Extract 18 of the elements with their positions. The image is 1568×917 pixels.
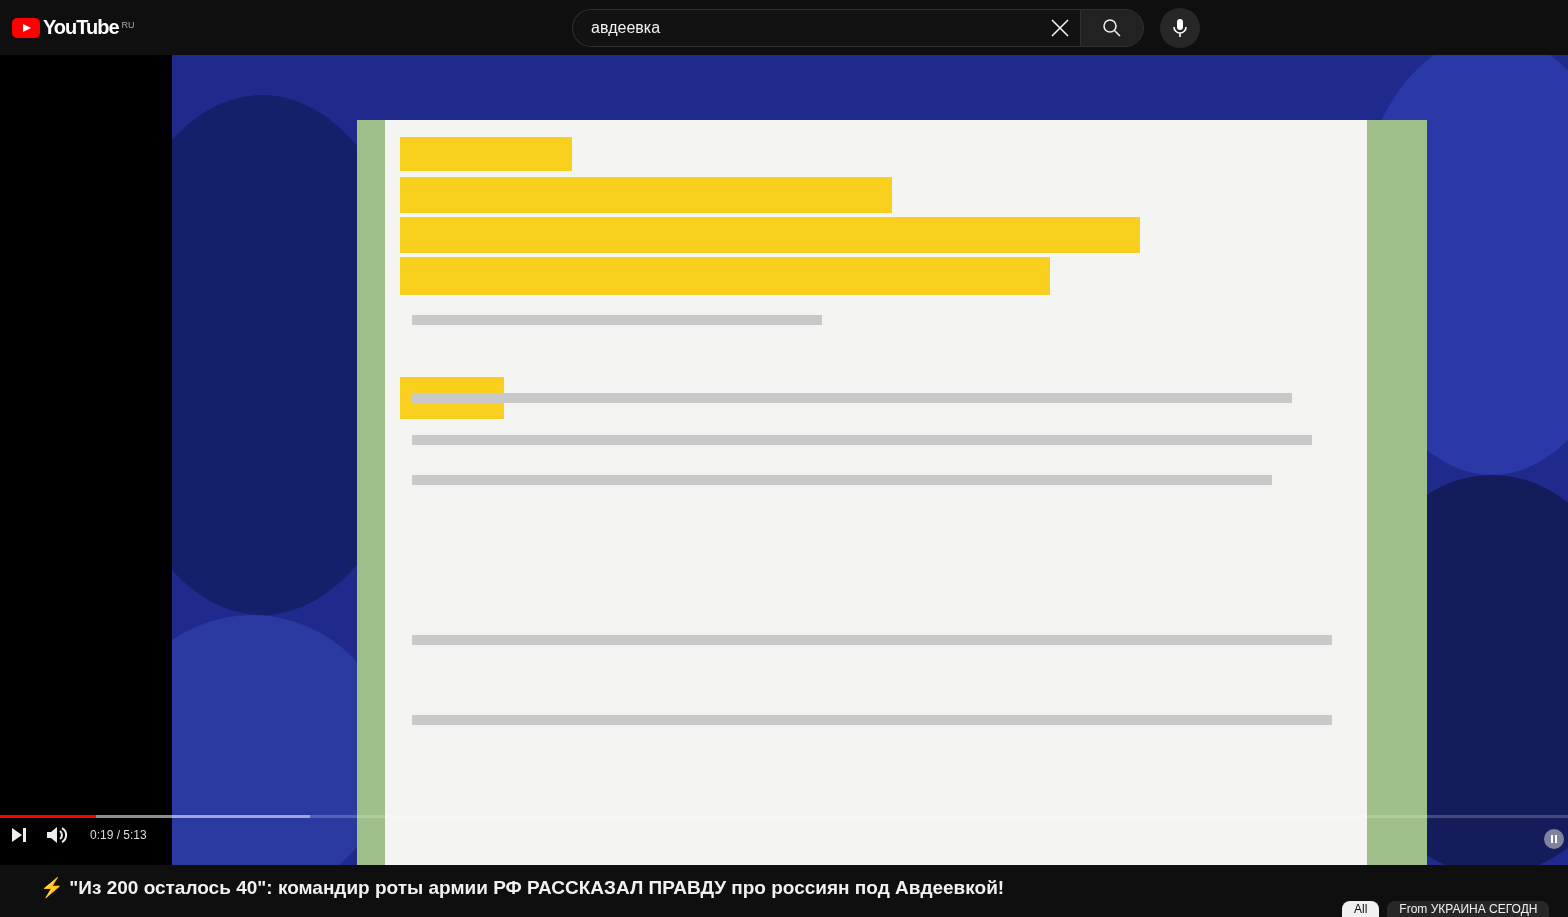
video-title: ⚡ "Из 200 осталось 40": командир роты армии РФ РАССКАЗАЛ ПРАВДУ про россиян под Авдеевкой! (40, 877, 1006, 899)
pause-icon[interactable] (1544, 829, 1564, 849)
search-button[interactable] (1080, 8, 1144, 47)
logo-text[interactable]: YouTube (43, 16, 119, 39)
microphone-icon[interactable] (1173, 17, 1187, 38)
filter-chip[interactable]: All (1342, 901, 1380, 917)
play-logo-icon[interactable] (12, 17, 40, 38)
filter-chip[interactable]: From УКРАИНА СЕГОДН (1387, 901, 1550, 917)
volume-button[interactable] (46, 825, 68, 845)
next-button[interactable] (10, 826, 28, 844)
search-icon[interactable] (1102, 17, 1122, 38)
time-display: 0:19 / 5:13 (90, 828, 147, 842)
clear-button[interactable] (1050, 17, 1070, 38)
search-input[interactable]: авдеевка (589, 17, 1050, 38)
region-code: RU (121, 20, 135, 30)
progress-bar[interactable] (0, 815, 1568, 818)
microphone-button[interactable] (1160, 7, 1200, 48)
search-field[interactable]: авдеевка (572, 8, 1080, 47)
